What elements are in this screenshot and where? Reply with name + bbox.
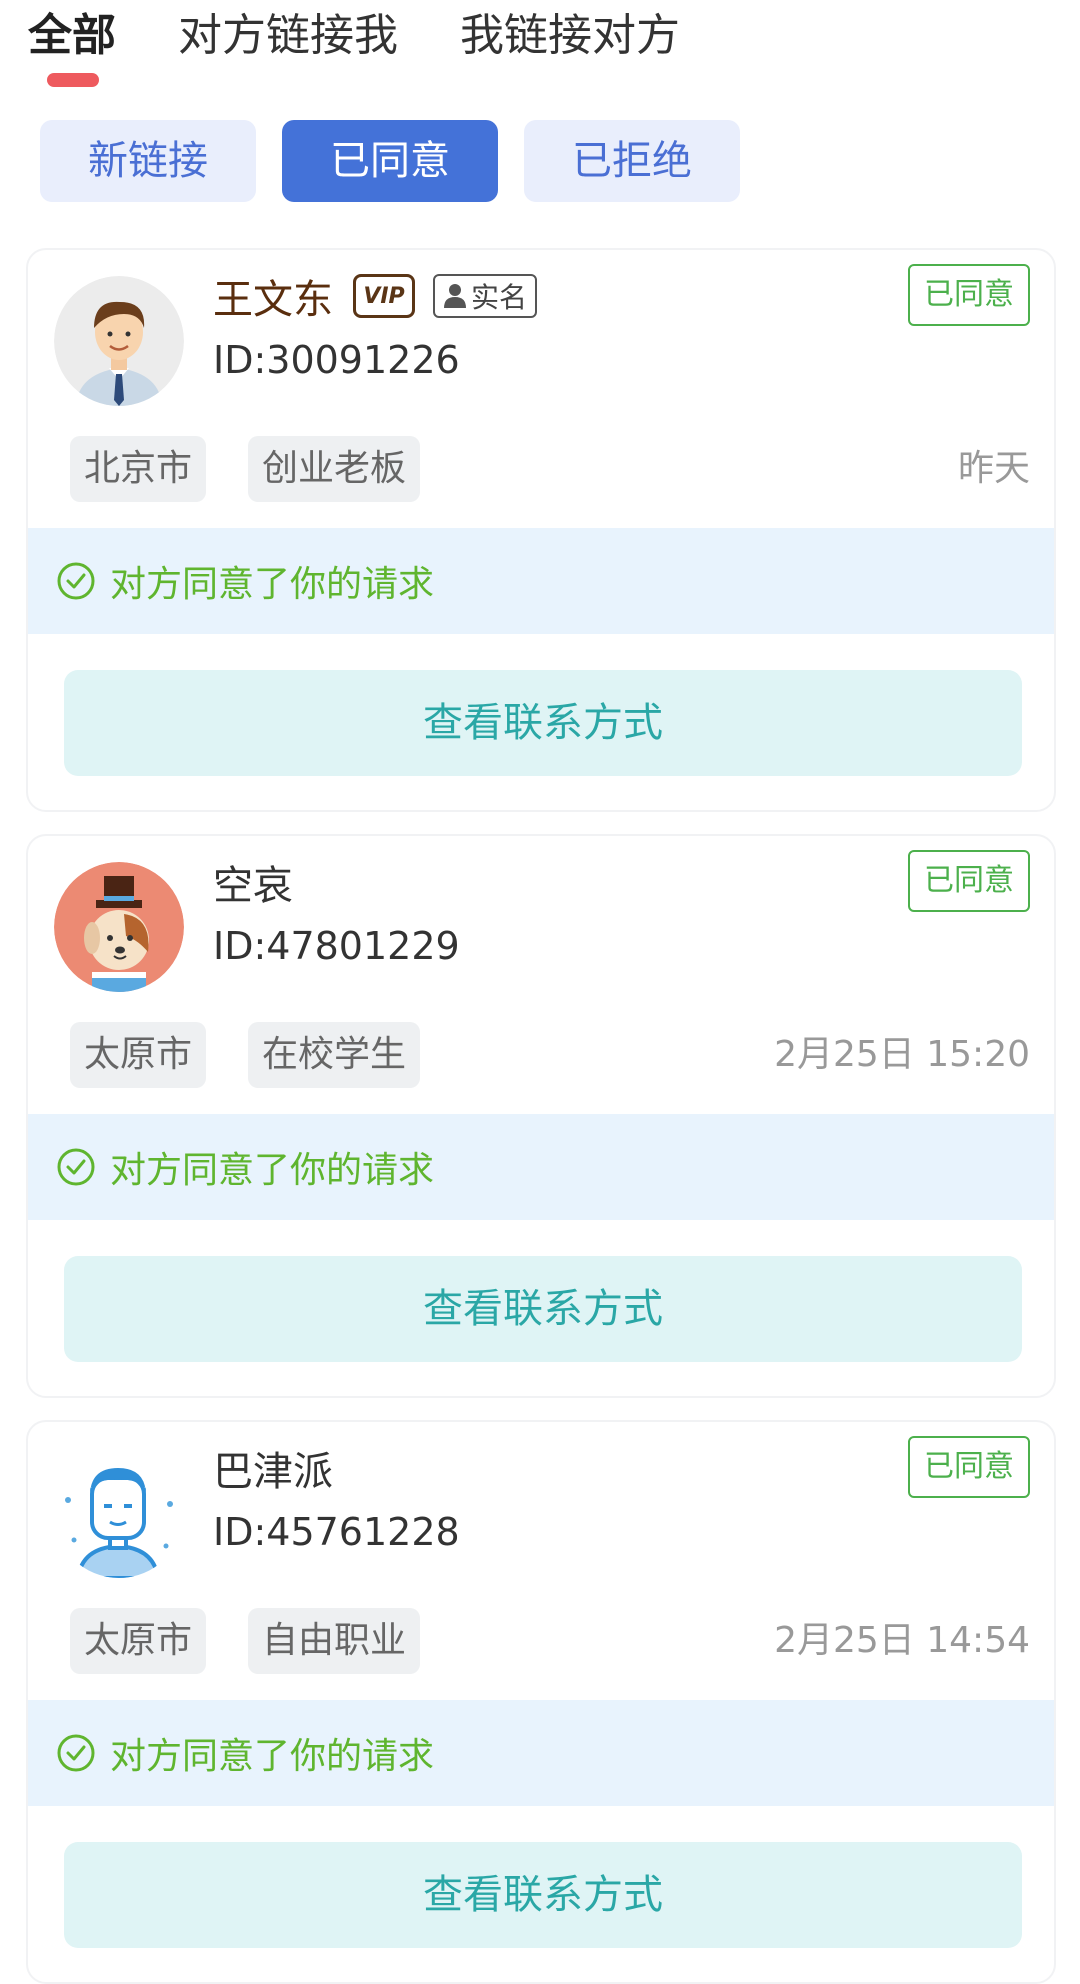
occupation-tag: 创业老板 xyxy=(248,436,421,502)
check-circle-icon xyxy=(57,1734,95,1772)
blue-man-avatar-icon xyxy=(54,1448,184,1578)
connection-card[interactable]: 空哀 ID:47801229 已同意 太原市 在校学生 2月25日 15:20 … xyxy=(26,834,1056,1398)
tab-i-linked[interactable]: 我链接对方 xyxy=(460,6,680,66)
tag-list: 太原市 在校学生 xyxy=(70,1022,421,1088)
tag-list: 北京市 创业老板 xyxy=(70,436,421,502)
name-row: 王文东 VIP 实名 xyxy=(213,268,538,324)
agreement-notice: 对方同意了你的请求 xyxy=(28,528,1054,634)
status-filter-bar: 新链接 已同意 已拒绝 xyxy=(0,120,1080,202)
timestamp: 2月25日 14:54 xyxy=(774,1620,1030,1661)
user-name: 巴津派 xyxy=(213,1449,333,1495)
tab-active-indicator xyxy=(47,73,99,87)
dog-with-hat-avatar-icon xyxy=(54,862,184,992)
top-tab-bar: 全部 对方链接我 我链接对方 xyxy=(0,0,1080,100)
user-id: ID:30091226 xyxy=(213,338,460,382)
filter-rejected-button[interactable]: 已拒绝 xyxy=(524,120,740,202)
connection-card[interactable]: 巴津派 ID:45761228 已同意 太原市 自由职业 2月25日 14:54… xyxy=(26,1420,1056,1984)
status-badge: 已同意 xyxy=(908,1436,1030,1498)
view-contact-button[interactable]: 查看联系方式 xyxy=(64,670,1022,776)
user-id: ID:45761228 xyxy=(213,1510,460,1554)
businessman-avatar-icon xyxy=(54,276,184,406)
timestamp: 昨天 xyxy=(957,448,1030,489)
view-contact-button[interactable]: 查看联系方式 xyxy=(64,1842,1022,1948)
agreement-notice: 对方同意了你的请求 xyxy=(28,1700,1054,1806)
status-badge: 已同意 xyxy=(908,850,1030,912)
city-tag: 太原市 xyxy=(70,1608,207,1674)
person-icon xyxy=(444,284,466,308)
connection-card[interactable]: 王文东 VIP 实名 ID:30091226 已同意 北京市 创业老板 昨天 对… xyxy=(26,248,1056,812)
name-row: 空哀 xyxy=(213,854,293,910)
notice-text: 对方同意了你的请求 xyxy=(110,1150,435,1191)
agreement-notice: 对方同意了你的请求 xyxy=(28,1114,1054,1220)
realname-label: 实名 xyxy=(471,281,528,314)
check-circle-icon xyxy=(57,562,95,600)
vip-badge: VIP xyxy=(353,274,415,318)
notice-text: 对方同意了你的请求 xyxy=(110,564,435,605)
filter-agreed-button[interactable]: 已同意 xyxy=(282,120,498,202)
city-tag: 北京市 xyxy=(70,436,207,502)
tab-linked-me[interactable]: 对方链接我 xyxy=(178,6,398,66)
tab-all[interactable]: 全部 xyxy=(28,6,116,66)
user-name: 空哀 xyxy=(213,863,293,909)
occupation-tag: 自由职业 xyxy=(248,1608,421,1674)
occupation-tag: 在校学生 xyxy=(248,1022,421,1088)
tag-list: 太原市 自由职业 xyxy=(70,1608,421,1674)
status-badge: 已同意 xyxy=(908,264,1030,326)
notice-text: 对方同意了你的请求 xyxy=(110,1736,435,1777)
timestamp: 2月25日 15:20 xyxy=(774,1034,1030,1075)
filter-new-button[interactable]: 新链接 xyxy=(40,120,256,202)
realname-badge: 实名 xyxy=(433,274,538,318)
name-row: 巴津派 xyxy=(213,1440,333,1496)
user-name: 王文东 xyxy=(213,277,333,323)
view-contact-button[interactable]: 查看联系方式 xyxy=(64,1256,1022,1362)
city-tag: 太原市 xyxy=(70,1022,207,1088)
check-circle-icon xyxy=(57,1148,95,1186)
user-id: ID:47801229 xyxy=(213,924,460,968)
